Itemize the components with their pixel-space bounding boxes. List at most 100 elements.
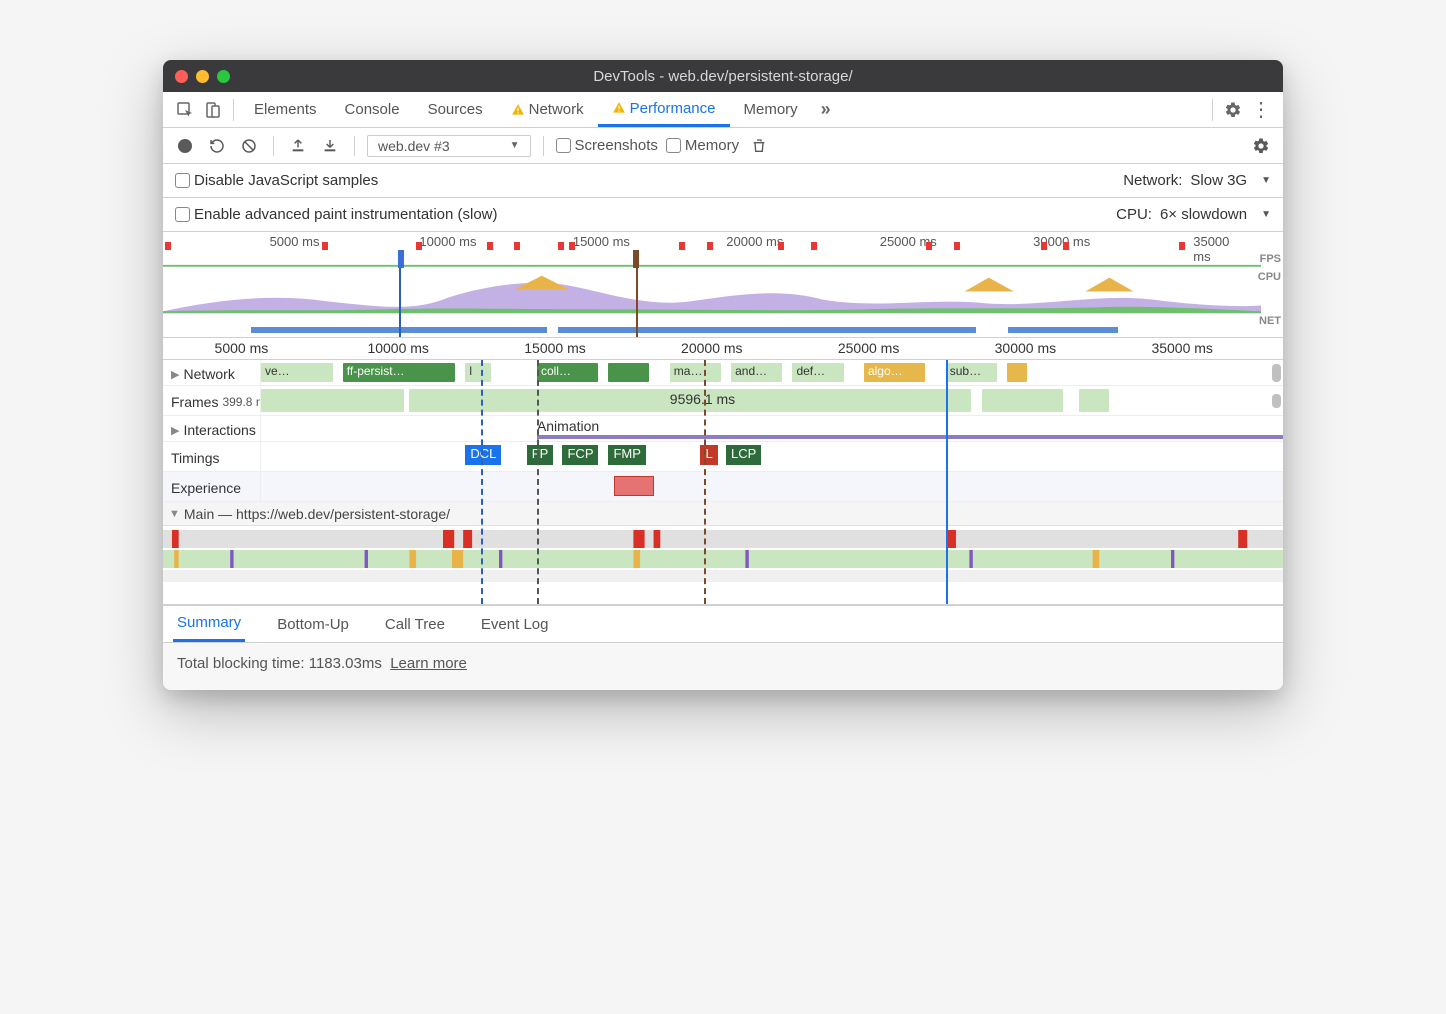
expand-triangle-icon[interactable]: ▶ <box>171 368 179 381</box>
timing-marker-lcp[interactable]: LCP <box>726 445 761 465</box>
overview-lane-labels: FPS CPU NET <box>1258 250 1281 330</box>
network-request-segment[interactable]: ve… <box>261 363 333 382</box>
long-task-marker <box>707 242 713 250</box>
capture-options-row-1: Disable JavaScript samples Network: Slow… <box>163 164 1283 198</box>
timings-track[interactable]: Timings DCLFPFCPFMPLLCP <box>163 442 1283 472</box>
network-request-segment[interactable]: algo… <box>864 363 925 382</box>
interactions-track[interactable]: ▶Interactions Animation <box>163 416 1283 442</box>
layout-shift-box[interactable] <box>614 476 655 496</box>
cpu-throttle-value: 6× slowdown <box>1160 206 1247 223</box>
main-thread-header[interactable]: ▼ Main — https://web.dev/persistent-stor… <box>163 502 1283 526</box>
network-request-segment[interactable]: l <box>465 363 491 382</box>
network-request-segment[interactable]: ma… <box>670 363 721 382</box>
tracks-scrollbar[interactable] <box>1272 394 1281 408</box>
record-button[interactable] <box>173 134 197 158</box>
selection-handle-right[interactable] <box>633 250 639 268</box>
main-thread-flame[interactable] <box>163 526 1283 604</box>
network-throttle-select[interactable]: Slow 3G ▼ <box>1190 172 1271 189</box>
long-task-marker <box>558 242 564 250</box>
cpu-throttle-select[interactable]: 6× slowdown ▼ <box>1160 206 1271 223</box>
disable-js-label: Disable JavaScript samples <box>194 172 378 189</box>
long-task-marker <box>165 242 171 250</box>
timing-marker-dcl[interactable]: DCL <box>465 445 501 465</box>
network-request-segment[interactable]: def… <box>792 363 843 382</box>
network-request-segment[interactable]: sub… <box>946 363 997 382</box>
memory-label: Memory <box>685 137 739 154</box>
recording-select[interactable]: web.dev #3 ▼ <box>367 135 531 157</box>
frame-segment[interactable] <box>1079 389 1110 412</box>
overview-timeline[interactable]: 5000 ms10000 ms15000 ms20000 ms25000 ms3… <box>163 232 1283 338</box>
details-tab-call-tree[interactable]: Call Tree <box>381 606 449 642</box>
network-label: Network: <box>1123 172 1182 189</box>
advanced-paint-checkbox[interactable]: Enable advanced paint instrumentation (s… <box>175 206 498 223</box>
ruler-tick: 15000 ms <box>524 340 585 356</box>
long-task-marker <box>778 242 784 250</box>
long-task-marker <box>811 242 817 250</box>
ruler-tick: 35000 ms <box>1151 340 1212 356</box>
panel-tab-console[interactable]: Console <box>331 92 414 127</box>
selection-handle-left[interactable] <box>398 250 404 268</box>
reload-button[interactable] <box>205 134 229 158</box>
screenshots-checkbox[interactable]: Screenshots <box>556 137 658 154</box>
long-task-marker <box>487 242 493 250</box>
network-request-segment[interactable] <box>1007 363 1027 382</box>
frame-segment[interactable] <box>261 389 404 412</box>
overview-tick: 20000 ms <box>726 234 783 249</box>
frames-track[interactable]: Frames399.8 ms 9596.1 ms <box>163 386 1283 416</box>
kebab-menu-icon[interactable]: ⋮ <box>1247 96 1275 124</box>
overview-selection[interactable] <box>399 250 638 337</box>
panel-tabbar: ElementsConsoleSourcesNetworkPerformance… <box>163 92 1283 128</box>
disable-js-checkbox[interactable]: Disable JavaScript samples <box>175 172 378 189</box>
save-profile-icon[interactable] <box>318 134 342 158</box>
interaction-bar[interactable] <box>537 435 1283 439</box>
performance-toolbar: web.dev #3 ▼ Screenshots Memory <box>163 128 1283 164</box>
details-tab-event-log[interactable]: Event Log <box>477 606 553 642</box>
overview-tick: 5000 ms <box>270 234 320 249</box>
timing-marker-fcp[interactable]: FCP <box>562 445 598 465</box>
delete-profile-icon[interactable] <box>747 134 771 158</box>
load-profile-icon[interactable] <box>286 134 310 158</box>
checkbox-icon <box>175 173 190 188</box>
panel-tab-network[interactable]: Network <box>497 92 598 127</box>
checkbox-icon <box>175 207 190 222</box>
long-task-marker <box>954 242 960 250</box>
learn-more-link[interactable]: Learn more <box>390 655 467 672</box>
details-tabbar: Summary Bottom-Up Call Tree Event Log <box>163 605 1283 643</box>
network-track[interactable]: ▶Network ve…ff-persist…lcoll…ma…and…def…… <box>163 360 1283 386</box>
timing-marker-fp[interactable]: FP <box>527 445 554 465</box>
device-toolbar-icon[interactable] <box>199 96 227 124</box>
warning-icon <box>511 103 525 117</box>
network-request-segment[interactable] <box>608 363 649 382</box>
clear-button[interactable] <box>237 134 261 158</box>
overview-tick: 15000 ms <box>573 234 630 249</box>
checkbox-icon <box>666 138 681 153</box>
memory-checkbox[interactable]: Memory <box>666 137 739 154</box>
capture-settings-gear-icon[interactable] <box>1249 134 1273 158</box>
panel-tab-elements[interactable]: Elements <box>240 92 331 127</box>
frame-segment[interactable] <box>982 389 1064 412</box>
detail-ruler[interactable]: 5000 ms10000 ms15000 ms20000 ms25000 ms3… <box>163 338 1283 360</box>
overview-net-bar <box>1008 327 1118 333</box>
network-request-segment[interactable]: and… <box>731 363 782 382</box>
timing-marker-l[interactable]: L <box>700 445 717 465</box>
long-task-marker <box>679 242 685 250</box>
long-task-marker <box>1063 242 1069 250</box>
checkbox-icon <box>556 138 571 153</box>
panel-tab-memory[interactable]: Memory <box>730 92 812 127</box>
long-task-marker <box>569 242 575 250</box>
details-tab-summary[interactable]: Summary <box>173 606 245 642</box>
network-request-segment[interactable]: coll… <box>537 363 598 382</box>
panel-tab-performance[interactable]: Performance <box>598 92 730 127</box>
details-tab-bottom-up[interactable]: Bottom-Up <box>273 606 353 642</box>
timing-marker-fmp[interactable]: FMP <box>608 445 645 465</box>
network-request-segment[interactable]: ff-persist… <box>343 363 455 382</box>
more-tabs-icon[interactable]: » <box>812 96 840 124</box>
panel-tab-sources[interactable]: Sources <box>414 92 497 127</box>
expand-triangle-icon[interactable]: ▶ <box>171 424 179 437</box>
experience-track[interactable]: Experience <box>163 472 1283 502</box>
settings-gear-icon[interactable] <box>1219 96 1247 124</box>
collapse-triangle-icon[interactable]: ▼ <box>169 508 180 520</box>
long-task-marker <box>514 242 520 250</box>
inspect-element-icon[interactable] <box>171 96 199 124</box>
tracks-scrollbar[interactable] <box>1272 364 1281 382</box>
